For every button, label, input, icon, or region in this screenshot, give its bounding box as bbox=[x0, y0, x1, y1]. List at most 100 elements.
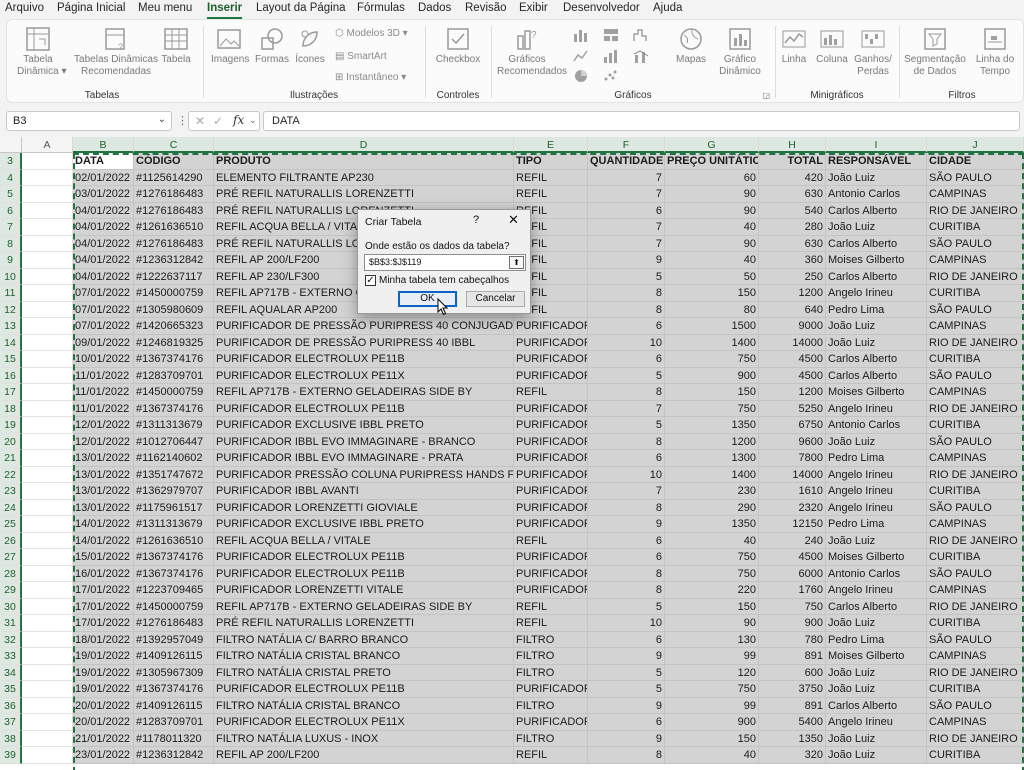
cell-c[interactable]: #1283709701 bbox=[134, 714, 214, 731]
cell-a[interactable] bbox=[22, 483, 73, 500]
row-header[interactable]: 27 bbox=[0, 549, 22, 566]
cell-g[interactable]: 150 bbox=[665, 598, 759, 615]
cell-f[interactable]: 6 bbox=[588, 549, 665, 566]
cell-f[interactable]: 5 bbox=[588, 681, 665, 698]
cell-j[interactable]: CAMPINAS bbox=[927, 252, 1024, 269]
cell-i[interactable]: Angelo Irineu bbox=[826, 400, 927, 417]
cell-i[interactable]: Carlos Alberto bbox=[826, 367, 927, 384]
cell-a[interactable] bbox=[22, 219, 73, 236]
cell-j[interactable]: RIO DE JANEIRO bbox=[927, 664, 1024, 681]
row-header[interactable]: 20 bbox=[0, 433, 22, 450]
cell-f[interactable]: 5 bbox=[588, 598, 665, 615]
cell-f[interactable]: 5 bbox=[588, 417, 665, 434]
row-header[interactable]: 8 bbox=[0, 235, 22, 252]
cell-j[interactable]: SÃO PAULO bbox=[927, 235, 1024, 252]
cell-a[interactable] bbox=[22, 367, 73, 384]
cell-b[interactable]: 20/01/2022 bbox=[73, 697, 134, 714]
cell-h[interactable]: 1200 bbox=[759, 384, 826, 401]
cell-c[interactable]: #1351747672 bbox=[134, 466, 214, 483]
row-header[interactable]: 35 bbox=[0, 681, 22, 698]
cell-h[interactable]: 900 bbox=[759, 615, 826, 632]
row-header[interactable]: 39 bbox=[0, 747, 22, 764]
cell-g[interactable]: 60 bbox=[665, 169, 759, 186]
graficos-recomendados-button[interactable]: ? Gráficos Recomendados bbox=[497, 26, 567, 78]
cell-c[interactable]: #1261636510 bbox=[134, 219, 214, 236]
cell-e[interactable]: PURIFICADOR bbox=[514, 367, 588, 384]
cell-g[interactable]: 1200 bbox=[665, 433, 759, 450]
cell-a[interactable] bbox=[22, 730, 73, 747]
row-header[interactable]: 3 bbox=[0, 153, 22, 170]
cell-c[interactable]: #1125614290 bbox=[134, 169, 214, 186]
cell-c[interactable]: #1305967309 bbox=[134, 664, 214, 681]
cell-j[interactable]: RIO DE JANEIRO bbox=[927, 466, 1024, 483]
cell-f[interactable]: 7 bbox=[588, 169, 665, 186]
row-header[interactable]: 13 bbox=[0, 318, 22, 335]
tab-formulas[interactable]: Fórmulas bbox=[357, 2, 405, 14]
tab-meu-menu[interactable]: Meu menu bbox=[138, 2, 192, 14]
cell-a[interactable] bbox=[22, 697, 73, 714]
cell-c[interactable]: #1012706447 bbox=[134, 433, 214, 450]
cell-h[interactable]: 5250 bbox=[759, 400, 826, 417]
row-header[interactable]: 23 bbox=[0, 483, 22, 500]
instantaneo-button[interactable]: ⊞ Instantâneo ▾ bbox=[335, 72, 406, 83]
cell-f[interactable]: 9 bbox=[588, 516, 665, 533]
cell-i[interactable]: João Luiz bbox=[826, 730, 927, 747]
cell-i[interactable]: João Luiz bbox=[826, 615, 927, 632]
cell-i[interactable]: Moises Gilberto bbox=[826, 384, 927, 401]
cell-e[interactable]: FILTRO bbox=[514, 631, 588, 648]
cell-b[interactable]: 04/01/2022 bbox=[73, 252, 134, 269]
cell-j[interactable]: CURITIBA bbox=[927, 747, 1024, 764]
tab-ajuda[interactable]: Ajuda bbox=[653, 2, 682, 14]
column-title-cell[interactable] bbox=[22, 153, 73, 170]
cell-i[interactable]: Carlos Alberto bbox=[826, 235, 927, 252]
smartart-button[interactable]: ▤ SmartArt bbox=[335, 51, 387, 62]
cell-j[interactable]: SÃO PAULO bbox=[927, 169, 1024, 186]
cell-f[interactable]: 8 bbox=[588, 433, 665, 450]
cell-d[interactable]: FILTRO NATÁLIA CRISTAL BRANCO bbox=[214, 648, 514, 665]
name-box[interactable]: B3 ⌄ bbox=[6, 111, 172, 131]
cell-c[interactable]: #1276186483 bbox=[134, 235, 214, 252]
cell-d[interactable]: PURIFICADOR LORENZETTI VITALE bbox=[214, 582, 514, 599]
cell-f[interactable]: 5 bbox=[588, 268, 665, 285]
cell-d[interactable]: PURIFICADOR PRESSÃO COLUNA PURIPRESS HAN… bbox=[214, 466, 514, 483]
cell-i[interactable]: Pedro Lima bbox=[826, 631, 927, 648]
cell-e[interactable]: FILTRO bbox=[514, 730, 588, 747]
cell-g[interactable]: 290 bbox=[665, 499, 759, 516]
row-header[interactable]: 15 bbox=[0, 351, 22, 368]
cell-h[interactable]: 4500 bbox=[759, 367, 826, 384]
cell-b[interactable]: 23/01/2022 bbox=[73, 747, 134, 764]
cell-j[interactable]: CAMPINAS bbox=[927, 318, 1024, 335]
cell-e[interactable]: PURIFICADOR bbox=[514, 582, 588, 599]
scatter-chart-icon[interactable] bbox=[603, 69, 619, 83]
cell-a[interactable] bbox=[22, 532, 73, 549]
cell-b[interactable]: 14/01/2022 bbox=[73, 516, 134, 533]
row-header[interactable]: 33 bbox=[0, 648, 22, 665]
column-title-cell[interactable]: RESPONSÁVEL bbox=[826, 153, 927, 170]
cell-i[interactable]: João Luiz bbox=[826, 532, 927, 549]
cell-b[interactable]: 17/01/2022 bbox=[73, 615, 134, 632]
cell-g[interactable]: 750 bbox=[665, 549, 759, 566]
cell-b[interactable]: 17/01/2022 bbox=[73, 582, 134, 599]
cell-h[interactable]: 320 bbox=[759, 747, 826, 764]
cell-i[interactable]: João Luiz bbox=[826, 681, 927, 698]
row-header[interactable]: 11 bbox=[0, 285, 22, 302]
row-header[interactable]: 7 bbox=[0, 219, 22, 236]
cell-j[interactable]: SÃO PAULO bbox=[927, 301, 1024, 318]
headers-checkbox-label[interactable]: Minha tabela tem cabeçalhos bbox=[379, 275, 509, 286]
cell-h[interactable]: 3750 bbox=[759, 681, 826, 698]
cell-h[interactable]: 280 bbox=[759, 219, 826, 236]
cell-b[interactable]: 10/01/2022 bbox=[73, 351, 134, 368]
select-all-corner[interactable] bbox=[0, 137, 22, 153]
cell-h[interactable]: 1350 bbox=[759, 730, 826, 747]
cell-h[interactable]: 630 bbox=[759, 186, 826, 203]
cell-f[interactable]: 6 bbox=[588, 450, 665, 467]
cell-f[interactable]: 7 bbox=[588, 186, 665, 203]
cell-c[interactable]: #1367374176 bbox=[134, 351, 214, 368]
cell-j[interactable]: RIO DE JANEIRO bbox=[927, 268, 1024, 285]
cell-f[interactable]: 6 bbox=[588, 351, 665, 368]
cell-h[interactable]: 9000 bbox=[759, 318, 826, 335]
sparkline-ganhos-button[interactable]: Ganhos/ Perdas bbox=[853, 26, 893, 78]
cell-a[interactable] bbox=[22, 466, 73, 483]
cell-a[interactable] bbox=[22, 499, 73, 516]
cell-g[interactable]: 900 bbox=[665, 714, 759, 731]
